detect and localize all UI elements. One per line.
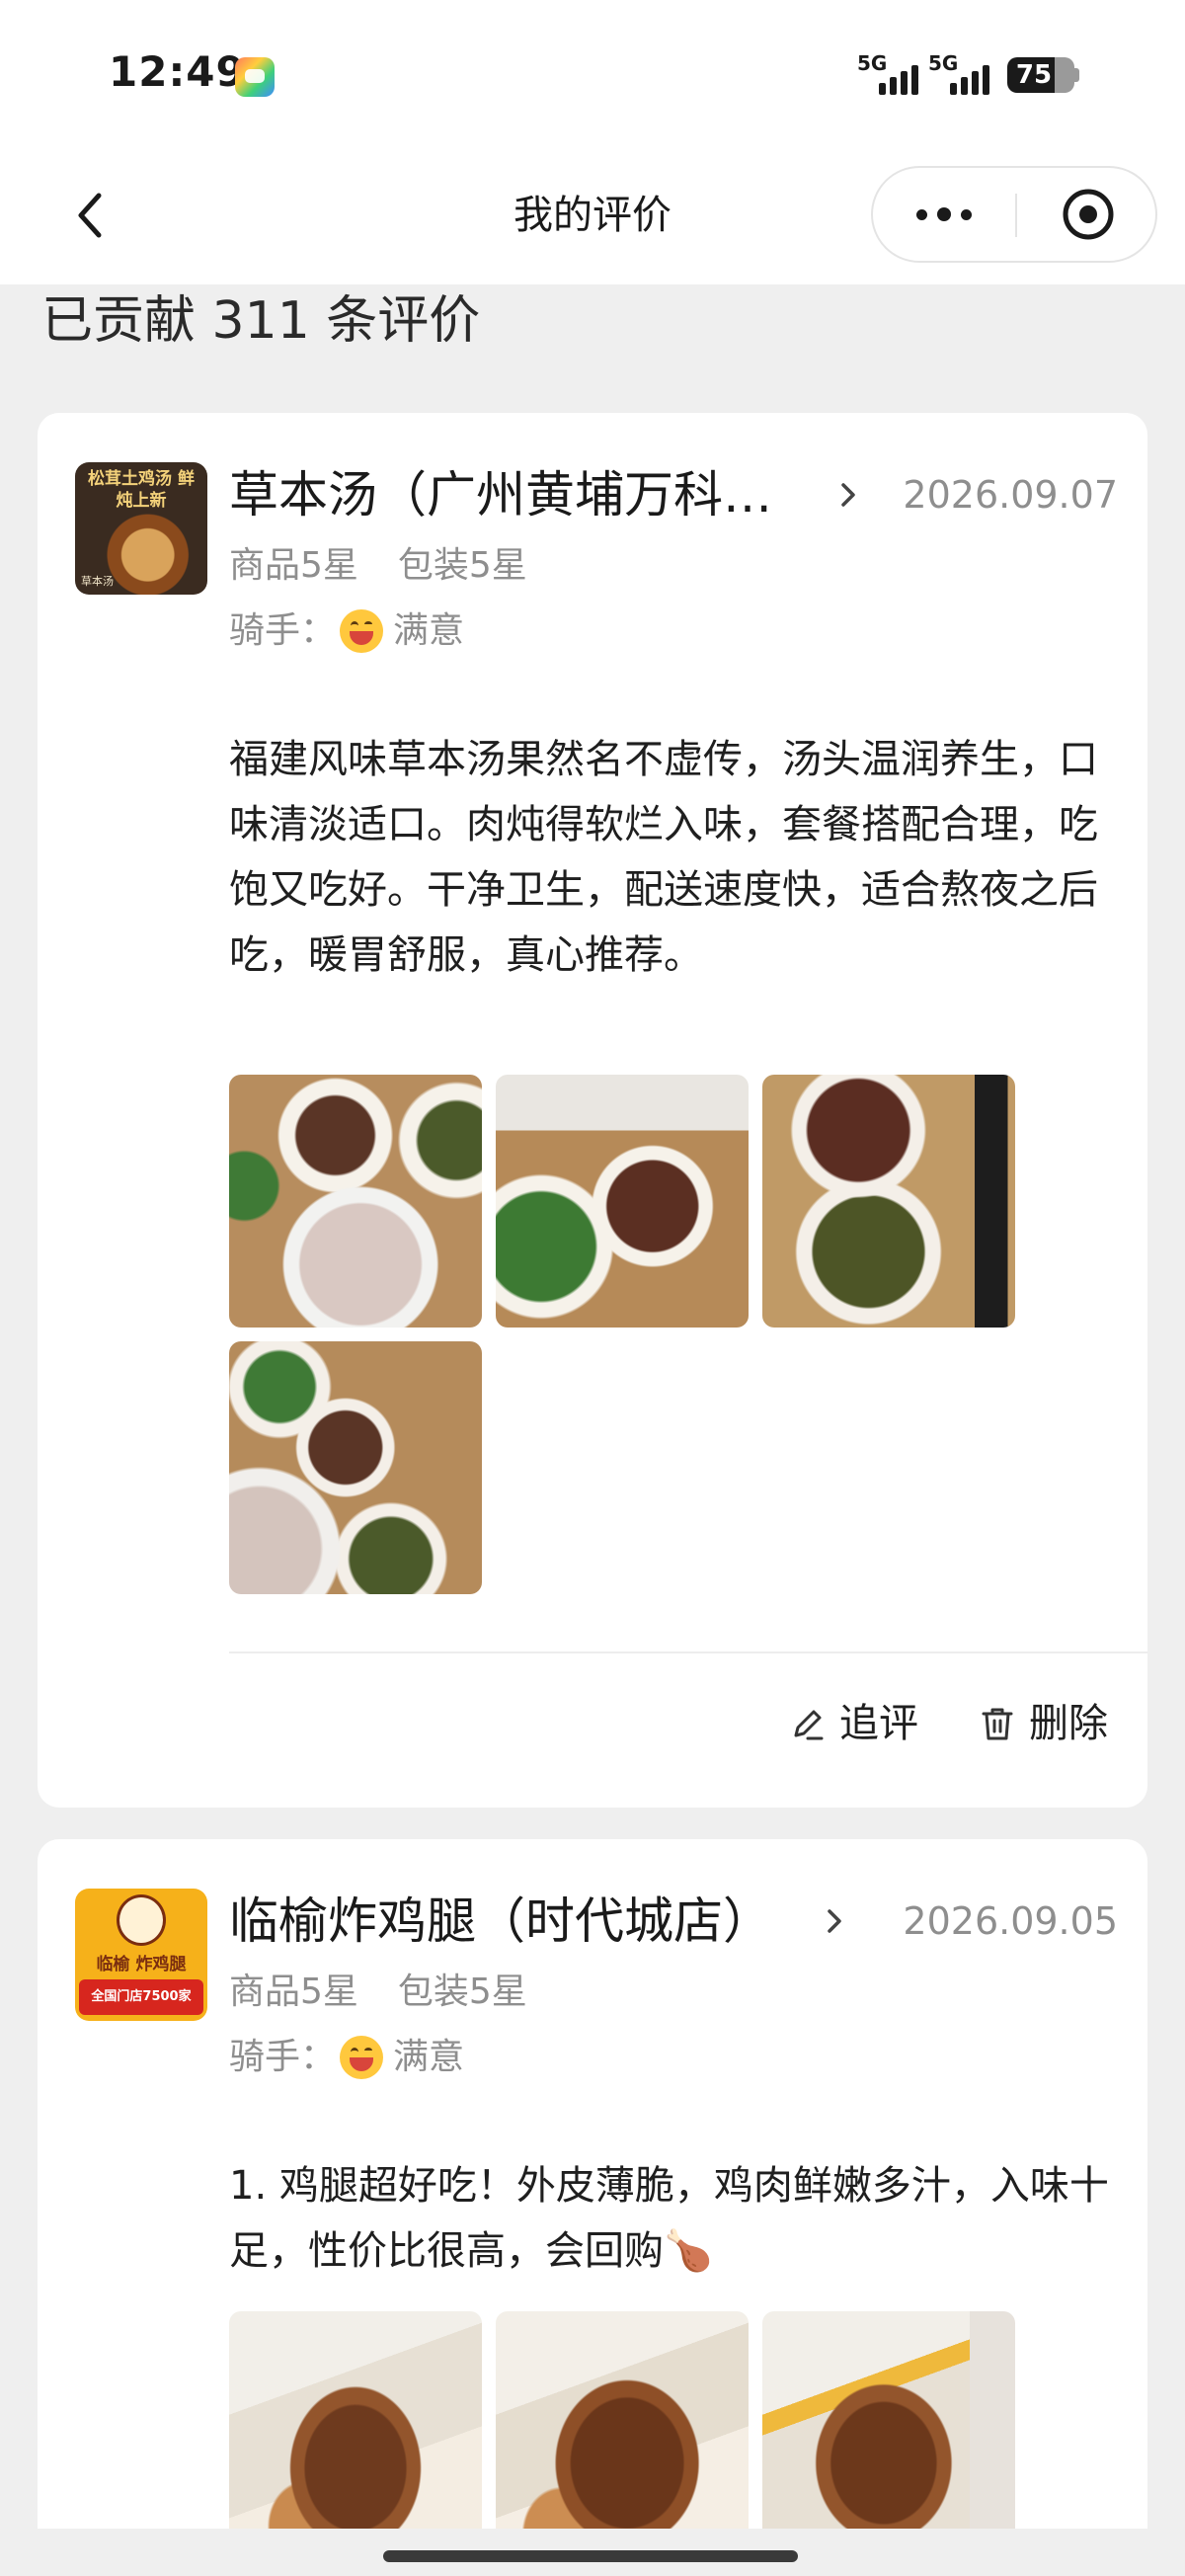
shop-logo-caption: 草本汤 — [81, 575, 114, 588]
grinning-face-icon — [340, 609, 384, 653]
status-bar: 12:49 5G 5G 75 — [0, 0, 1185, 148]
review-photos — [229, 2311, 1029, 2535]
review-actions: 追评 删除 — [788, 1697, 1108, 1750]
review-photo[interactable] — [762, 1075, 1015, 1328]
battery-icon: 75 — [1007, 57, 1074, 93]
rider-label: 骑手： — [229, 610, 337, 651]
shop-name[interactable]: 临榆炸鸡腿（时代城店） — [229, 1887, 772, 1956]
signal-icon: 5G — [928, 51, 993, 95]
review-photo[interactable] — [496, 1075, 749, 1328]
rating-row: 商品5星 包装5星 — [229, 541, 527, 591]
review-photo[interactable] — [496, 2311, 749, 2535]
delete-review-button[interactable]: 删除 — [978, 1697, 1108, 1750]
delete-label: 删除 — [1029, 1701, 1108, 1746]
review-card: 松茸土鸡汤 鲜炖上新 草本汤 草本汤（广州黄埔万科… 2026.09.07 商品… — [38, 413, 1147, 1808]
review-text: 1. 鸡腿超好吃！外皮薄脆，鸡肉鲜嫩多汁，入味十足，性价比很高，会回购🍗 — [229, 2163, 1109, 2274]
battery-tip — [1074, 68, 1079, 82]
review-photo[interactable] — [229, 2311, 482, 2535]
product-rating: 商品5星 — [229, 1972, 358, 2012]
review-photo[interactable] — [762, 2311, 1015, 2535]
rider-rating: 满意 — [393, 610, 465, 651]
game-app-icon — [235, 57, 275, 97]
shop-logo[interactable]: 临榆 炸鸡腿 全国门店7500家 — [75, 1889, 207, 2021]
follow-up-label: 追评 — [839, 1701, 918, 1746]
card-divider — [229, 1651, 1147, 1653]
mini-program-capsule — [871, 166, 1157, 263]
more-dots-icon — [916, 207, 972, 221]
shop-logo-text: 临榆 炸鸡腿 — [96, 1955, 187, 1974]
home-indicator[interactable] — [383, 2550, 798, 2562]
shop-logo[interactable]: 松茸土鸡汤 鲜炖上新 草本汤 — [75, 462, 207, 595]
mascot-face-icon — [117, 1894, 166, 1946]
review-count-summary: 已贡献 311 条评价 — [41, 291, 481, 351]
battery-level: 75 — [1015, 60, 1053, 90]
review-photo[interactable] — [229, 1341, 482, 1594]
package-rating: 包装5星 — [397, 1972, 527, 2012]
edit-pen-icon — [794, 1710, 824, 1740]
review-photos — [229, 1075, 1029, 1594]
signal-icon: 5G — [857, 51, 922, 95]
trash-icon — [982, 1708, 1013, 1740]
product-rating: 商品5星 — [229, 545, 358, 586]
close-mini-program-button[interactable] — [1017, 168, 1159, 261]
rider-rating-row: 骑手： 满意 — [229, 606, 464, 656]
review-card: 临榆 炸鸡腿 全国门店7500家 临榆炸鸡腿（时代城店） 2026.09.05 … — [38, 1839, 1147, 2576]
package-rating: 包装5星 — [397, 545, 527, 586]
shop-logo-caption: 全国门店7500家 — [79, 1979, 203, 2015]
review-text: 福建风味草本汤果然名不虚传，汤头温润养生，口味清淡适口。肉炖得软烂入味，套餐搭配… — [229, 737, 1098, 978]
shop-row[interactable]: 临榆炸鸡腿（时代城店） 2026.09.05 — [229, 1887, 1118, 1956]
rider-rating-row: 骑手： 满意 — [229, 2033, 464, 2082]
rating-row: 商品5星 包装5星 — [229, 1968, 527, 2017]
chevron-right-icon[interactable] — [833, 480, 863, 510]
grinning-face-icon — [340, 2036, 384, 2079]
review-date: 2026.09.05 — [903, 1899, 1118, 1943]
shop-name[interactable]: 草本汤（广州黄埔万科… — [229, 460, 772, 529]
review-photo[interactable] — [229, 1075, 482, 1328]
shop-logo-text: 松茸土鸡汤 鲜炖上新 — [88, 469, 195, 511]
status-time: 12:49 — [109, 47, 246, 96]
rider-rating: 满意 — [393, 2037, 465, 2077]
follow-up-review-button[interactable]: 追评 — [788, 1697, 918, 1750]
close-target-icon — [1063, 189, 1114, 240]
review-date: 2026.09.07 — [903, 473, 1118, 517]
rider-label: 骑手： — [229, 2037, 337, 2077]
chevron-right-icon[interactable] — [820, 1906, 849, 1936]
nav-bar: 我的评价 — [0, 148, 1185, 284]
more-button[interactable] — [873, 168, 1015, 261]
shop-row[interactable]: 草本汤（广州黄埔万科… 2026.09.07 — [229, 460, 1118, 529]
